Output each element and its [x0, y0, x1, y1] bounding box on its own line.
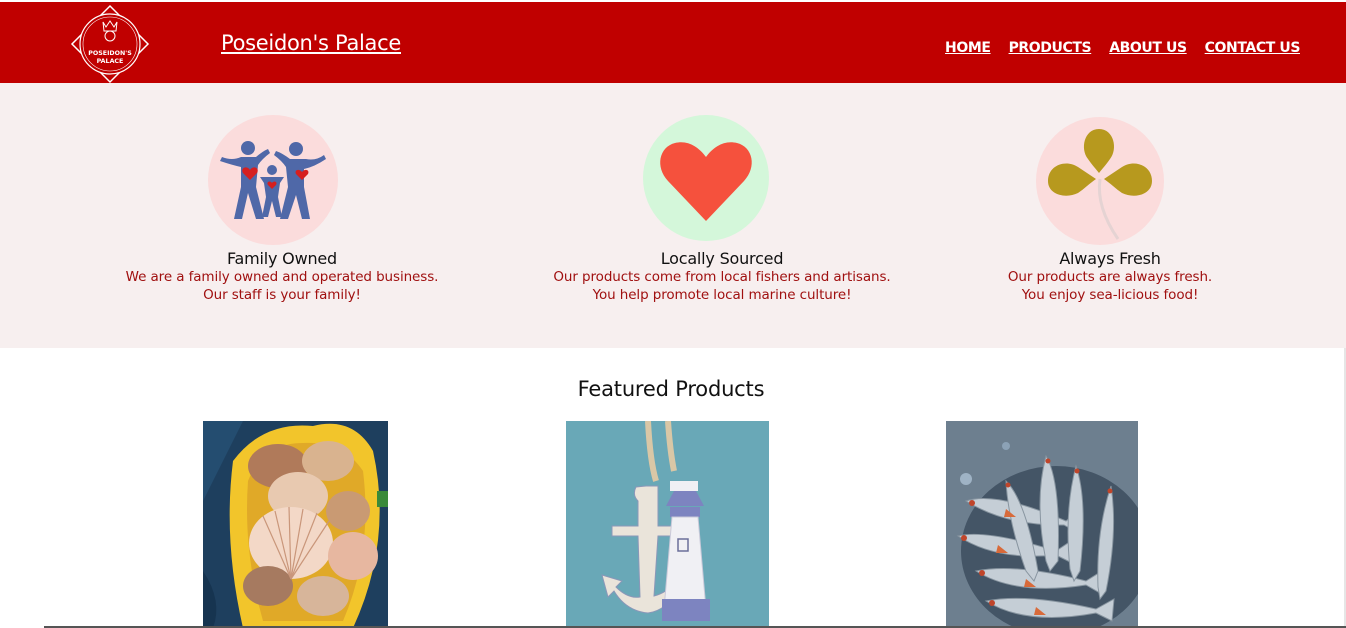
- nav-contact-us[interactable]: CONTACT US: [1205, 40, 1301, 56]
- site-header: POSEIDON'S PALACE Poseidon's Palace HOME…: [0, 2, 1346, 84]
- main-nav: HOME PRODUCTS ABOUT US CONTACT US: [945, 40, 1300, 56]
- logo[interactable]: POSEIDON'S PALACE: [70, 4, 150, 84]
- feature-title: Locally Sourced: [660, 249, 784, 268]
- nav-about-us[interactable]: ABOUT US: [1109, 40, 1187, 56]
- heart-icon: [660, 142, 752, 221]
- nav-home[interactable]: HOME: [945, 40, 991, 56]
- page: POSEIDON'S PALACE Poseidon's Palace HOME…: [0, 0, 1346, 628]
- feature-description-line-2: You enjoy sea-licious food!: [1021, 287, 1199, 303]
- nav-products[interactable]: PRODUCTS: [1009, 40, 1092, 56]
- product-scallop-shells-image[interactable]: [203, 421, 388, 628]
- feature-title: Always Fresh: [1059, 249, 1161, 268]
- logo-text-top: POSEIDON'S: [88, 50, 132, 57]
- featured-products-heading: Featured Products: [577, 377, 765, 401]
- product-anchor-lighthouse-decor-image[interactable]: [566, 421, 769, 628]
- leaf-icon-circle: [1036, 117, 1164, 245]
- brand-link[interactable]: Poseidon's Palace: [221, 31, 401, 55]
- family-icon-circle: [208, 115, 338, 245]
- feature-description-line-2: Our staff is your family!: [203, 287, 361, 303]
- leaf-icon: [1048, 129, 1152, 240]
- feature-description-line-1: Our products are always fresh.: [1007, 269, 1213, 285]
- family-icon: [220, 141, 326, 219]
- feature-description-line-1: We are a family owned and operated busin…: [125, 269, 439, 285]
- heart-icon-circle: [643, 115, 769, 241]
- feature-description-line-2: You help promote local marine culture!: [592, 287, 852, 303]
- logo-text-bottom: PALACE: [97, 58, 124, 65]
- feature-title: Family Owned: [227, 249, 337, 268]
- features-section: Family Owned We are a family owned and o…: [0, 83, 1346, 348]
- product-fresh-fish-image[interactable]: [946, 421, 1138, 628]
- feature-description-line-1: Our products come from local fishers and…: [553, 269, 891, 285]
